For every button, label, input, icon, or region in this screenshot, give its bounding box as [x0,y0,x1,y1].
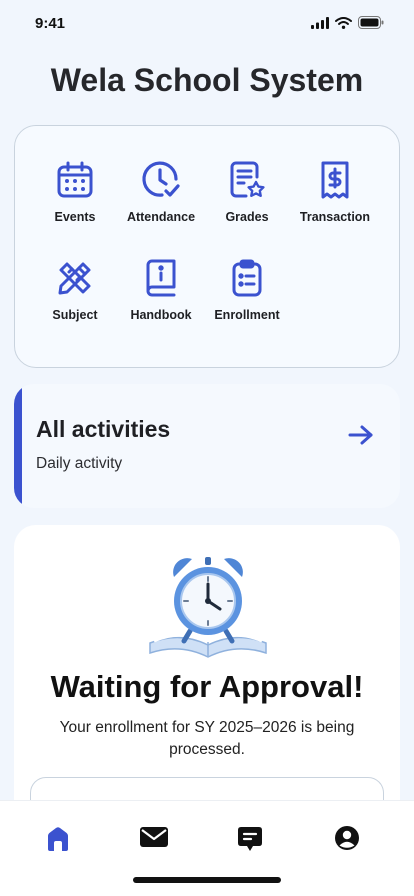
status-time: 9:41 [35,15,66,32]
all-activities-card[interactable]: All activities Daily activity [14,384,400,508]
menu-item-transaction[interactable]: Transaction [285,160,385,224]
menu-item-subject[interactable]: Subject [25,258,125,322]
status-bar: 9:41 [0,0,414,48]
clipboard-list-icon [232,259,262,297]
arrow-right-icon[interactable] [348,424,374,446]
mail-icon [140,827,168,847]
approval-message: Your enrollment for SY 2025–2026 is bein… [59,719,355,758]
signal-icon [311,16,329,29]
menu-label-enrollment: Enrollment [214,308,280,322]
menu-card: Events Attendance Grades Transaction Sub… [14,125,400,368]
menu-label-handbook: Handbook [130,308,192,322]
nav-chat[interactable] [230,825,270,855]
activity-accent-bar [14,384,22,508]
menu-item-handbook[interactable]: Handbook [111,258,211,322]
battery-icon [358,16,384,29]
book-icon [146,259,176,297]
nav-profile[interactable] [327,825,367,855]
menu-item-grades[interactable]: Grades [197,160,297,224]
receipt-dollar-icon [321,161,349,199]
menu-label-transaction: Transaction [299,210,371,224]
home-indicator [133,877,281,883]
activity-subtitle: Daily activity [36,455,123,472]
menu-label-attendance: Attendance [126,210,196,224]
clock-check-icon [142,161,180,197]
nav-mail[interactable] [134,825,174,855]
status-icons [311,16,384,29]
app-title: Wela School System [50,62,364,98]
chat-icon [238,827,262,851]
menu-label-subject: Subject [52,308,98,322]
approval-card: Waiting for Approval! Your enrollment fo… [14,525,400,857]
home-icon [48,827,68,851]
menu-label-grades: Grades [225,210,269,224]
report-star-icon [230,161,265,198]
nav-home[interactable] [38,825,78,855]
menu-item-enrollment[interactable]: Enrollment [197,258,297,322]
alarm-clock-book-illustration [149,557,267,658]
profile-icon [335,826,359,850]
activity-title: All activities [36,416,171,442]
menu-item-events[interactable]: Events [25,160,125,224]
menu-item-attendance[interactable]: Attendance [111,160,211,224]
approval-title: Waiting for Approval! [50,669,364,704]
ruler-pencil-icon [58,262,91,295]
menu-label-events: Events [54,210,96,224]
calendar-icon [57,161,93,198]
wifi-icon [335,16,352,29]
